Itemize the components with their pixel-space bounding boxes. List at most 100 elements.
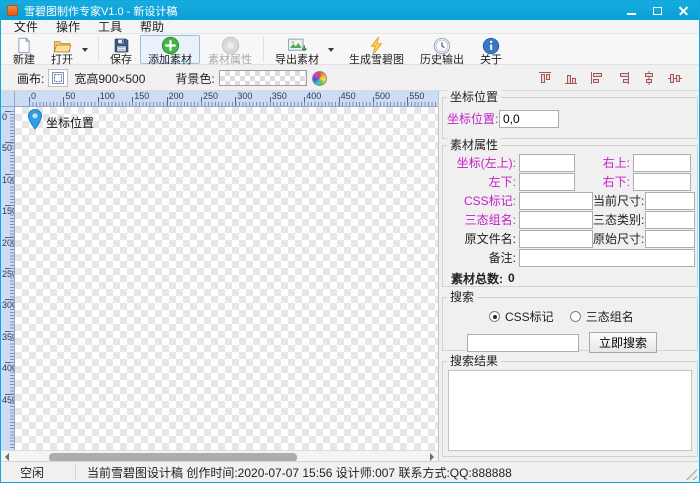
add-material-button[interactable]: 添加素材 — [140, 35, 200, 64]
status-separator — [75, 465, 76, 479]
coord-bottomright-label: 右下: — [575, 173, 633, 190]
radio-unselected-icon — [570, 311, 581, 322]
resize-grip-icon[interactable] — [685, 468, 697, 480]
tristate-group-input[interactable] — [519, 211, 593, 229]
status-state: 空闲 — [1, 464, 75, 481]
search-input[interactable] — [467, 334, 579, 352]
align-tools — [533, 68, 691, 89]
status-bar: 空闲 当前雪碧图设计稿 创作时间:2020-07-07 15:56 设计师:00… — [1, 461, 699, 482]
remark-label: 备注: — [447, 249, 519, 266]
clock-icon — [433, 37, 451, 54]
history-output-button[interactable]: 历史输出 — [412, 35, 472, 64]
properties-icon — [221, 37, 240, 54]
current-size-label: 当前尺寸: — [593, 192, 645, 209]
coord-topright-input[interactable] — [633, 154, 691, 172]
align-center-vertical-button[interactable] — [663, 68, 687, 89]
coord-bottomright-input[interactable] — [633, 173, 691, 191]
maximize-button[interactable] — [647, 4, 667, 17]
search-results-group: 搜索结果 — [442, 361, 698, 457]
coord-topleft-input[interactable] — [519, 154, 575, 172]
open-dropdown-icon[interactable] — [82, 48, 88, 52]
search-results-title: 搜索结果 — [447, 354, 501, 368]
canvas-resize-icon — [52, 72, 64, 84]
radio-css-tag[interactable]: CSS标记 — [489, 308, 554, 325]
align-center-horizontal-button[interactable] — [637, 68, 661, 89]
origin-marker[interactable]: 坐标位置 — [28, 109, 94, 131]
menu-edit[interactable]: 操作 — [47, 18, 89, 35]
canvas-label: 画布: — [17, 70, 44, 87]
canvas-toolbar: 画布: 宽高900×500 背景色: — [1, 66, 699, 91]
origin-marker-label: 坐标位置 — [46, 114, 94, 131]
search-group: 搜索 CSS标记 三态组名 立即搜索 — [442, 297, 698, 351]
radio-css-tag-label: CSS标记 — [505, 308, 554, 325]
app-icon — [7, 5, 18, 16]
app-window: 雪碧图制作专家V1.0 - 新设计稿 文件 操作 工具 帮助 新建 打开 — [0, 0, 700, 483]
generate-sprite-button[interactable]: 生成雪碧图 — [341, 35, 412, 64]
coord-bottomleft-label: 左下: — [447, 173, 519, 190]
new-document-icon — [15, 37, 33, 54]
align-left-button[interactable] — [585, 68, 609, 89]
new-button[interactable]: 新建 — [5, 35, 43, 64]
scroll-right-icon[interactable] — [430, 453, 434, 461]
window-title: 雪碧图制作专家V1.0 - 新设计稿 — [24, 3, 177, 19]
css-tag-input[interactable] — [519, 192, 593, 210]
canvas-viewport[interactable]: 坐标位置 — [15, 107, 438, 450]
canvas-size-button[interactable] — [48, 69, 68, 87]
open-button[interactable]: 打开 — [43, 35, 81, 64]
export-image-icon — [287, 37, 308, 54]
properties-group-title: 素材属性 — [447, 138, 501, 152]
v-ruler: 050100150200250300350400450 — [1, 107, 15, 450]
radio-selected-icon — [489, 311, 500, 322]
open-folder-icon — [52, 37, 72, 54]
close-button[interactable] — [673, 4, 693, 17]
radio-tristate-group-label: 三态组名 — [586, 308, 634, 325]
position-group: 坐标位置 坐标位置: — [442, 97, 698, 139]
main-toolbar: 新建 打开 保存 添加素材 素材属性 — [1, 34, 699, 65]
bg-color-swatch[interactable] — [219, 70, 307, 86]
original-size-label: 原始尺寸: — [593, 230, 645, 247]
export-dropdown-icon[interactable] — [328, 48, 334, 52]
menu-file[interactable]: 文件 — [5, 18, 47, 35]
original-size-input[interactable] — [645, 230, 695, 248]
color-picker-icon[interactable] — [312, 71, 327, 86]
coord-topright-label: 右上: — [575, 154, 633, 171]
canvas-area: 050100150200250300350400450500550600 050… — [1, 91, 439, 463]
ruler-corner — [1, 91, 15, 107]
tristate-group-label: 三态组名: — [447, 211, 519, 228]
css-tag-label: CSS标记: — [447, 192, 519, 209]
align-right-button[interactable] — [611, 68, 635, 89]
toolbar-separator — [98, 37, 99, 62]
align-top-button[interactable] — [533, 68, 557, 89]
minimize-button[interactable] — [621, 4, 641, 17]
original-filename-input[interactable] — [519, 230, 593, 248]
toolbar-separator — [263, 37, 264, 62]
info-icon — [482, 37, 500, 54]
menu-help[interactable]: 帮助 — [131, 18, 173, 35]
save-button[interactable]: 保存 — [102, 35, 140, 64]
bg-color-label: 背景色: — [175, 70, 214, 87]
side-panel: 坐标位置 坐标位置: 素材属性 坐标(左上): 右上: 左下: 右下: CSS标… — [439, 91, 700, 463]
material-total-value: 0 — [508, 271, 515, 285]
map-pin-icon — [28, 109, 42, 130]
coord-topleft-label: 坐标(左上): — [447, 154, 519, 171]
radio-tristate-group[interactable]: 三态组名 — [570, 308, 634, 325]
search-results-list[interactable] — [448, 370, 692, 451]
lightning-icon — [368, 37, 385, 54]
add-icon — [161, 37, 180, 54]
coord-bottomleft-input[interactable] — [519, 173, 575, 191]
about-button[interactable]: 关于 — [472, 35, 510, 64]
position-input[interactable] — [499, 110, 559, 128]
search-now-button[interactable]: 立即搜索 — [589, 332, 657, 353]
menu-bar: 文件 操作 工具 帮助 — [1, 20, 699, 34]
remark-input[interactable] — [519, 249, 695, 267]
position-group-title: 坐标位置 — [447, 90, 501, 104]
material-properties-button: 素材属性 — [200, 35, 260, 64]
current-size-input[interactable] — [645, 192, 695, 210]
export-material-button[interactable]: 导出素材 — [267, 35, 327, 64]
tristate-type-input[interactable] — [645, 211, 695, 229]
scroll-left-icon[interactable] — [5, 453, 9, 461]
menu-tools[interactable]: 工具 — [89, 18, 131, 35]
status-info: 当前雪碧图设计稿 创作时间:2020-07-07 15:56 设计师:007 联… — [87, 464, 512, 481]
align-bottom-button[interactable] — [559, 68, 583, 89]
position-label: 坐标位置: — [447, 110, 499, 127]
